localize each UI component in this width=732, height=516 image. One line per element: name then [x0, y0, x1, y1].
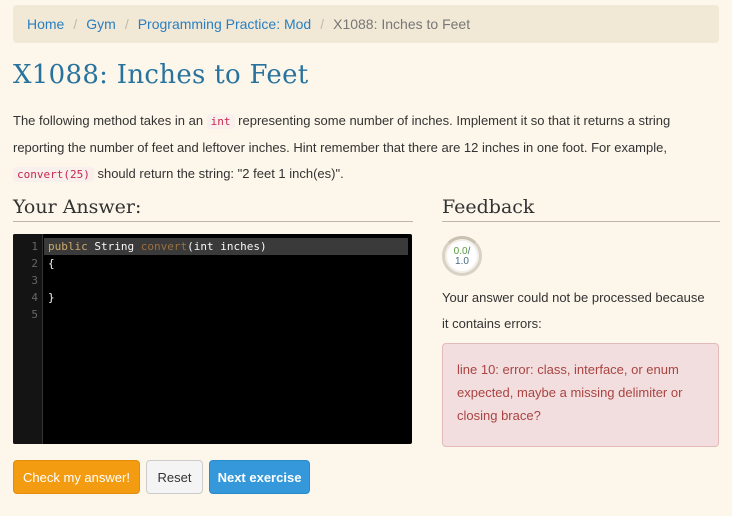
inline-code-example: convert(25)	[13, 167, 94, 182]
line-number: 4	[31, 291, 38, 304]
code-line[interactable]: {	[44, 255, 408, 272]
line-number: 5	[31, 308, 38, 321]
code-editor[interactable]: 1 2 3 4 5 public String convert(int inch…	[13, 234, 412, 444]
score-total: 1.0	[455, 256, 469, 267]
score-value: 0.0/ 1.0	[445, 247, 479, 267]
breadcrumb-current: X1088: Inches to Feet	[333, 16, 471, 32]
line-number: 3	[31, 274, 38, 287]
code-text-area[interactable]: public String convert(int inches) { }	[44, 238, 408, 323]
score-badge: 0.0/ 1.0	[442, 236, 482, 276]
feedback-message: Your answer could not be processed becau…	[442, 290, 705, 331]
line-number: 1	[31, 240, 38, 253]
breadcrumb-module-link[interactable]: Programming Practice: Mod	[138, 16, 312, 32]
breadcrumb-separator: /	[124, 16, 129, 32]
next-exercise-button[interactable]: Next exercise	[209, 460, 310, 494]
code-function-name: convert	[140, 240, 188, 253]
line-number: 2	[31, 257, 38, 270]
code-line[interactable]: }	[44, 289, 408, 306]
exercise-description: The following method takes in an int rep…	[13, 108, 719, 188]
breadcrumb-separator: /	[320, 16, 325, 32]
breadcrumb-home-link[interactable]: Home	[27, 16, 64, 32]
code-line[interactable]	[44, 272, 408, 289]
breadcrumb: Home / Gym / Programming Practice: Mod /…	[13, 5, 719, 43]
code-keyword: public	[48, 240, 88, 253]
code-type: String	[87, 240, 141, 253]
line-number-gutter: 1 2 3 4 5	[13, 234, 43, 444]
feedback-heading: Feedback	[442, 196, 720, 222]
code-params: (int inches)	[187, 240, 267, 253]
check-answer-button[interactable]: Check my answer!	[13, 460, 140, 494]
description-text: The following method takes in an	[13, 113, 207, 128]
your-answer-heading: Your Answer:	[13, 196, 413, 222]
error-alert: line 10: error: class, interface, or enu…	[442, 343, 719, 447]
page-title: X1088: Inches to Feet	[13, 60, 309, 90]
breadcrumb-separator: /	[73, 16, 78, 32]
code-line[interactable]: public String convert(int inches)	[44, 238, 408, 255]
description-text: should return the string: "2 feet 1 inch…	[93, 166, 344, 181]
code-line[interactable]	[44, 306, 408, 323]
reset-button[interactable]: Reset	[146, 460, 203, 494]
breadcrumb-gym-link[interactable]: Gym	[86, 16, 116, 32]
error-message: line 10: error: class, interface, or enu…	[457, 362, 683, 423]
inline-code-int: int	[206, 114, 235, 129]
